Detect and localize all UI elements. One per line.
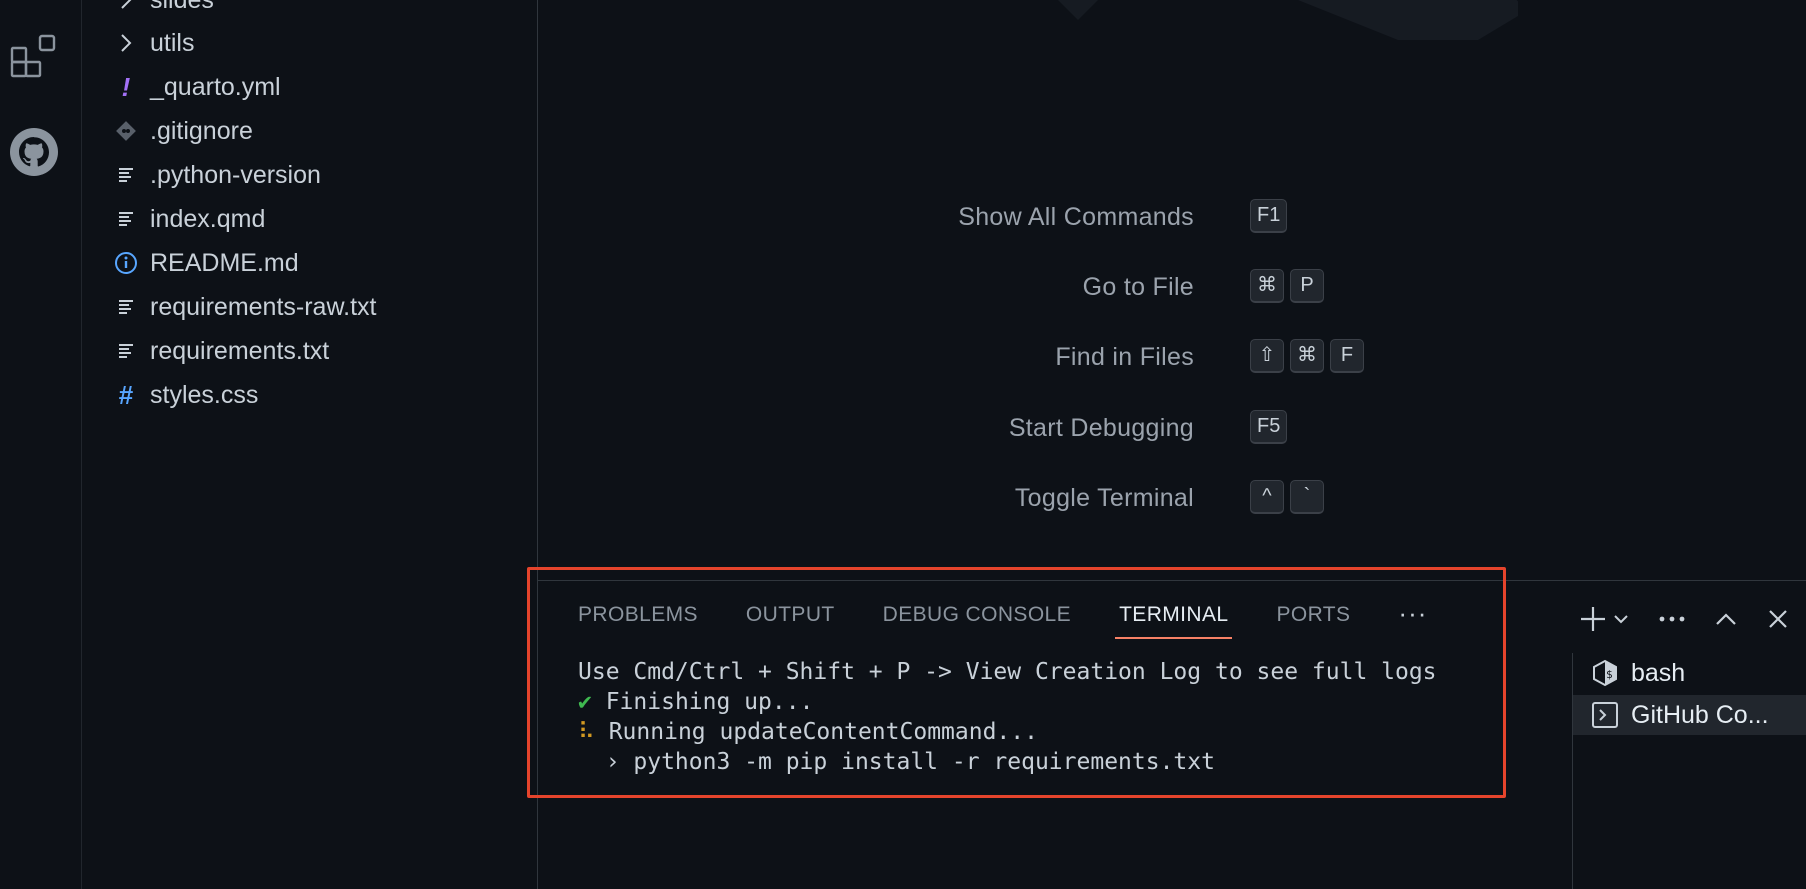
tree-item-label: .gitignore bbox=[150, 116, 253, 145]
editor-welcome: Show All Commands F1 Go to File ⌘ P Find… bbox=[538, 0, 1806, 580]
file-lines-icon bbox=[112, 336, 140, 366]
file-readme[interactable]: README.md bbox=[82, 241, 538, 285]
key-cap: F5 bbox=[1250, 410, 1288, 444]
tab-output[interactable]: OUTPUT bbox=[746, 599, 835, 647]
file-index-qmd[interactable]: index.qmd bbox=[82, 197, 538, 241]
shortcut-label: Find in Files bbox=[1055, 343, 1194, 371]
tree-item-label: styles.css bbox=[150, 380, 259, 409]
terminal-item-github-codespaces[interactable]: GitHub Co... bbox=[1573, 695, 1806, 735]
shortcut-label: Show All Commands bbox=[958, 203, 1194, 231]
terminal-line: Use Cmd/Ctrl + Shift + P -> View Creatio… bbox=[578, 659, 1437, 685]
folder-utils[interactable]: utils bbox=[82, 21, 538, 65]
key-cap: F1 bbox=[1250, 199, 1288, 233]
shortcut-start-debugging: Start Debugging F5 bbox=[538, 408, 1806, 448]
tree-item-label: index.qmd bbox=[150, 204, 266, 233]
activity-bar bbox=[0, 0, 82, 889]
key-cap: F bbox=[1330, 339, 1364, 373]
terminal-line: ✔ Finishing up... bbox=[578, 689, 814, 715]
file-requirements[interactable]: requirements.txt bbox=[82, 329, 538, 373]
close-panel-button[interactable] bbox=[1758, 599, 1798, 639]
maximize-panel-button[interactable] bbox=[1706, 599, 1746, 639]
folder-slides[interactable]: slides bbox=[82, 0, 538, 22]
bottom-panel: PROBLEMS OUTPUT DEBUG CONSOLE TERMINAL P… bbox=[538, 580, 1806, 889]
shortcut-find-in-files: Find in Files ⇧ ⌘ F bbox=[538, 337, 1806, 377]
tree-item-label: utils bbox=[150, 28, 195, 57]
file-quarto-yml[interactable]: ! _quarto.yml bbox=[82, 65, 538, 109]
tree-item-label: README.md bbox=[150, 248, 299, 277]
chevron-right-icon bbox=[112, 28, 140, 58]
tab-problems[interactable]: PROBLEMS bbox=[578, 599, 698, 647]
shortcut-label: Go to File bbox=[1082, 273, 1194, 301]
chevron-right-icon bbox=[112, 0, 140, 15]
ellipsis-icon bbox=[1659, 616, 1685, 622]
file-styles-css[interactable]: # styles.css bbox=[82, 373, 538, 417]
bash-icon: $ bbox=[1593, 659, 1617, 687]
tab-ports[interactable]: PORTS bbox=[1276, 599, 1350, 647]
terminal-icon bbox=[1592, 702, 1618, 728]
shortcut-show-all-commands: Show All Commands F1 bbox=[538, 197, 1806, 237]
check-icon: ✔ bbox=[578, 689, 592, 715]
key-cap: ⌘ bbox=[1290, 339, 1324, 373]
tree-item-label: slides bbox=[150, 0, 214, 15]
file-lines-icon bbox=[112, 292, 140, 322]
file-lines-icon bbox=[112, 160, 140, 190]
key-cap: ⇧ bbox=[1250, 339, 1284, 373]
extensions-icon[interactable] bbox=[8, 30, 60, 82]
github-icon[interactable] bbox=[8, 126, 60, 178]
file-requirements-raw[interactable]: requirements-raw.txt bbox=[82, 285, 538, 329]
plus-icon bbox=[1581, 607, 1605, 631]
tree-item-label: requirements.txt bbox=[150, 336, 330, 365]
chevron-down-icon bbox=[1614, 615, 1628, 624]
more-tabs-button[interactable]: ··· bbox=[1398, 599, 1427, 647]
panel-tabs: PROBLEMS OUTPUT DEBUG CONSOLE TERMINAL P… bbox=[578, 599, 1427, 647]
chevron-up-icon bbox=[1716, 613, 1736, 625]
explorer-panel: slides utils ! _quarto.yml .gitignore .p… bbox=[82, 0, 538, 889]
terminal-item-label: GitHub Co... bbox=[1631, 700, 1769, 729]
key-cap: ` bbox=[1290, 480, 1324, 514]
terminal-item-label: bash bbox=[1631, 658, 1686, 687]
terminal-item-bash[interactable]: $ bash bbox=[1573, 653, 1806, 693]
more-actions-button[interactable] bbox=[1652, 599, 1692, 639]
file-python-version[interactable]: .python-version bbox=[82, 153, 538, 197]
file-gitignore[interactable]: .gitignore bbox=[82, 109, 538, 153]
tree-item-label: requirements-raw.txt bbox=[150, 292, 377, 321]
shortcut-go-to-file: Go to File ⌘ P bbox=[538, 267, 1806, 307]
terminal-output[interactable]: Use Cmd/Ctrl + Shift + P -> View Creatio… bbox=[578, 657, 1437, 777]
file-lines-icon bbox=[112, 204, 140, 234]
tab-terminal[interactable]: TERMINAL bbox=[1115, 599, 1233, 647]
shortcut-label: Start Debugging bbox=[1008, 414, 1194, 442]
info-icon bbox=[112, 248, 140, 278]
key-cap: ⌘ bbox=[1250, 269, 1284, 303]
close-icon bbox=[1769, 610, 1787, 628]
panel-actions bbox=[1546, 599, 1806, 639]
git-icon bbox=[112, 116, 140, 146]
hash-icon: # bbox=[118, 379, 134, 410]
terminal-dropdown-button[interactable] bbox=[1610, 599, 1632, 639]
new-terminal-button[interactable] bbox=[1576, 599, 1610, 639]
terminal-line: › python3 -m pip install -r requirements… bbox=[578, 749, 1215, 775]
shortcut-toggle-terminal: Toggle Terminal ^ ` bbox=[538, 478, 1806, 518]
tree-item-label: _quarto.yml bbox=[150, 72, 281, 101]
terminal-list: $ bash GitHub Co... bbox=[1572, 653, 1806, 889]
key-cap: ^ bbox=[1250, 480, 1284, 514]
watermark-logo bbox=[1058, 0, 1518, 40]
svg-text:$: $ bbox=[1606, 668, 1613, 681]
exclamation-icon: ! bbox=[121, 71, 131, 102]
tab-debug-console[interactable]: DEBUG CONSOLE bbox=[883, 599, 1071, 647]
key-cap: P bbox=[1290, 269, 1324, 303]
spinner-icon: ⠧ bbox=[578, 719, 595, 745]
shortcut-label: Toggle Terminal bbox=[1014, 484, 1194, 512]
terminal-line: ⠧ Running updateContentCommand... bbox=[578, 719, 1038, 745]
tree-item-label: .python-version bbox=[150, 160, 321, 189]
